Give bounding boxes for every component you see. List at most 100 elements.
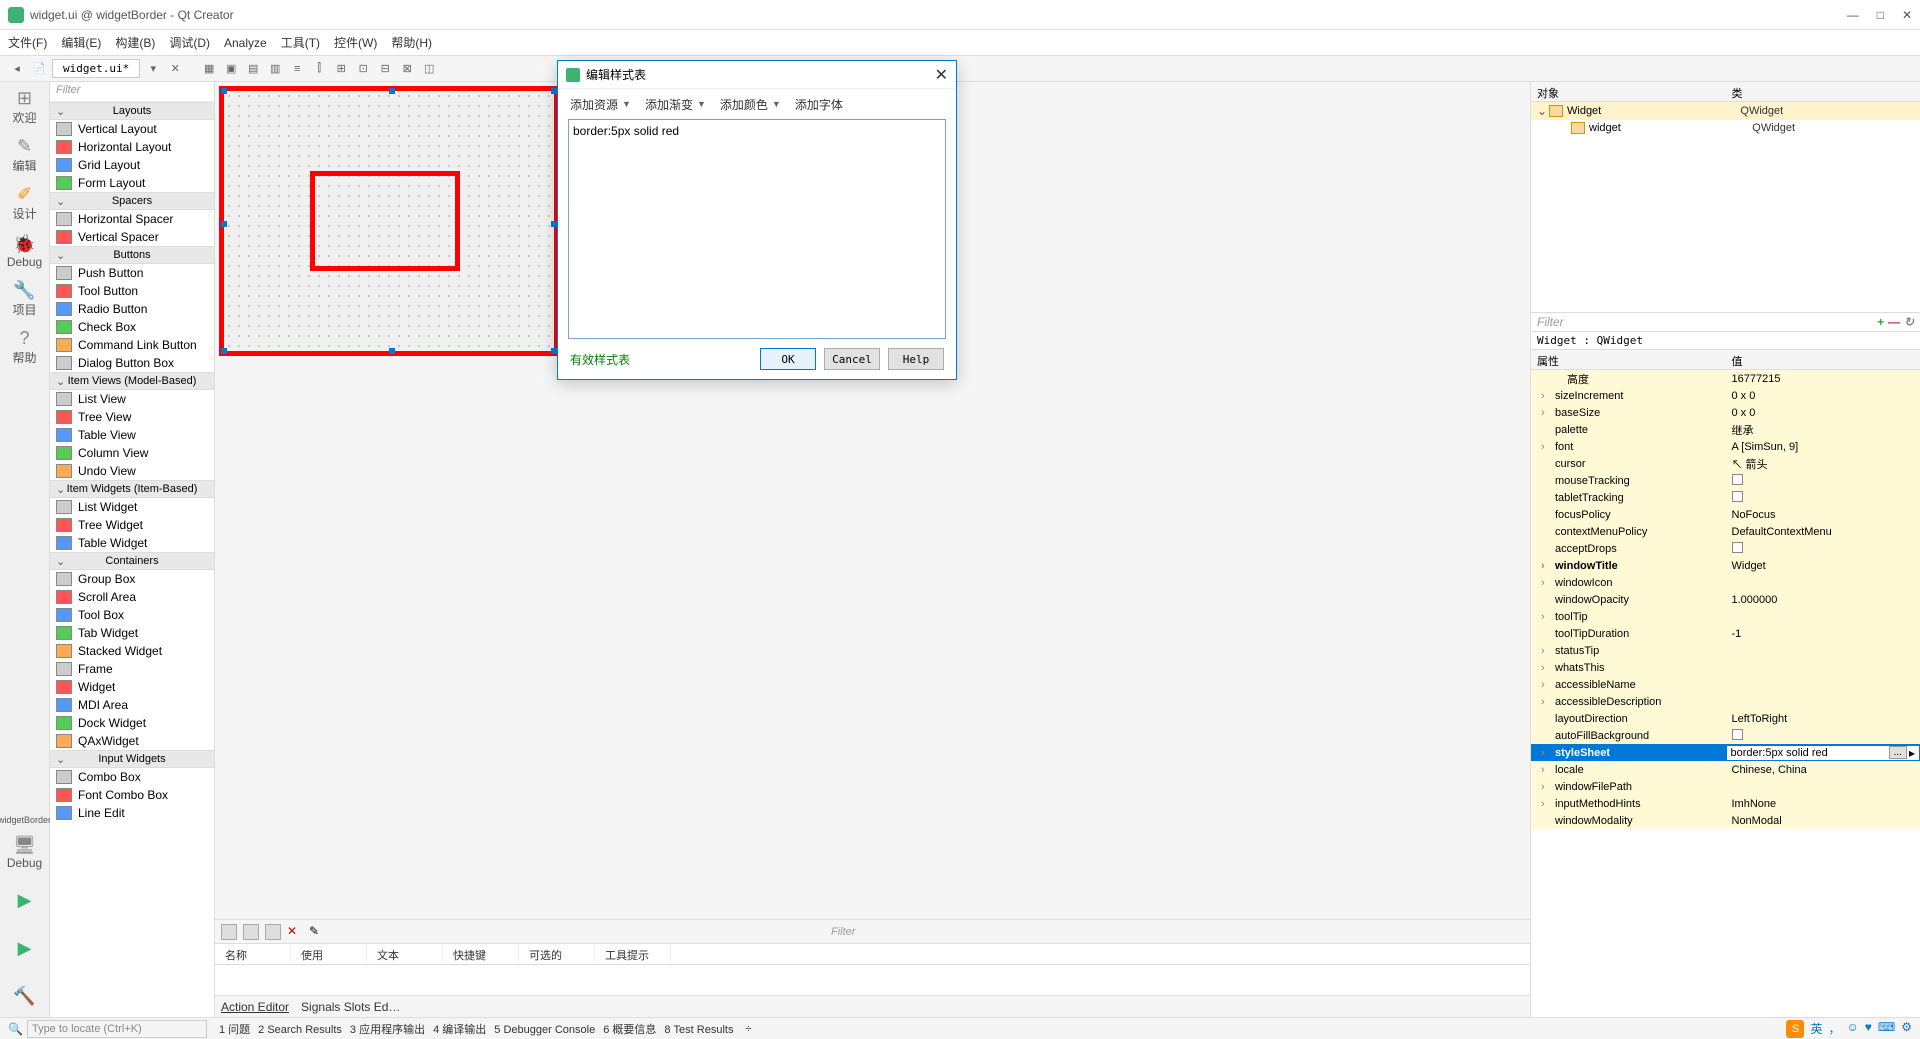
resize-handle[interactable] [389,348,395,354]
status-icon[interactable]: ⌨ [1878,1020,1895,1038]
column-header[interactable]: 可选的 [519,944,595,964]
widget-item[interactable]: Grid Layout [50,156,214,174]
menu-item[interactable]: 控件(W) [334,34,377,51]
widget-item[interactable]: Dock Widget [50,714,214,732]
tool-icon[interactable]: ⊟ [376,60,394,78]
widget-item[interactable]: List View [50,390,214,408]
widget-item[interactable]: Command Link Button [50,336,214,354]
property-row[interactable]: tabletTracking [1531,489,1920,506]
widget-item[interactable]: MDI Area [50,696,214,714]
action-filter[interactable]: Filter [331,926,1524,938]
widget-item[interactable]: Tool Box [50,606,214,624]
widget-item[interactable]: Font Combo Box [50,786,214,804]
tool-icon[interactable]: ▣ [222,60,240,78]
status-icon[interactable]: ♥ [1865,1020,1872,1038]
dialog-tool-item[interactable]: 添加颜色 [720,96,768,113]
property-row[interactable]: palette继承 [1531,421,1920,438]
dialog-tool-item[interactable]: 添加资源 [570,96,618,113]
column-header[interactable]: 工具提示 [595,944,671,964]
widget-item[interactable]: Vertical Spacer [50,228,214,246]
widget-item[interactable]: Horizontal Layout [50,138,214,156]
menu-item[interactable]: 工具(T) [281,34,320,51]
signals-slots-tab[interactable]: Signals Slots Ed… [301,1000,400,1014]
action-icon[interactable] [243,924,259,940]
locator-input[interactable]: Type to locate (Ctrl+K) [27,1020,207,1038]
column-header[interactable]: 名称 [215,944,291,964]
mode-Debug[interactable]: 🐞Debug [4,230,46,272]
kit-label[interactable]: widgetBorder [0,815,51,825]
category-header[interactable]: Input Widgets [50,750,214,768]
widget-item[interactable]: Vertical Layout [50,120,214,138]
menu-item[interactable]: 文件(F) [8,34,47,51]
tool-icon[interactable]: ≡ [288,60,306,78]
widget-item[interactable]: Combo Box [50,768,214,786]
dialog-close-icon[interactable]: ✕ [935,65,948,85]
category-header[interactable]: Item Widgets (Item-Based) [50,480,214,498]
property-filter[interactable]: Filter + — ↻ [1531,312,1920,332]
stylesheet-textarea[interactable]: border:5px solid red [568,119,946,339]
run-config[interactable]: 🖥Debug [4,831,46,873]
tool-icon[interactable]: ◫ [420,60,438,78]
category-header[interactable]: Item Views (Model-Based) [50,372,214,390]
output-pane-tab[interactable]: 8 Test Results [664,1024,733,1036]
action-editor-tab[interactable]: Action Editor [221,1000,289,1014]
new-action-icon[interactable] [221,924,237,940]
column-header[interactable]: 文本 [367,944,443,964]
widget-item[interactable]: Tool Button [50,282,214,300]
category-header[interactable]: Buttons [50,246,214,264]
property-row[interactable]: baseSize0 x 0 [1531,404,1920,421]
widget-item[interactable]: Radio Button [50,300,214,318]
object-row[interactable]: ⌄WidgetQWidget [1531,102,1920,120]
property-row[interactable]: statusTip [1531,642,1920,659]
mode-设计[interactable]: ✐设计 [4,182,46,224]
checkbox[interactable] [1732,491,1743,502]
help-button[interactable]: Help [888,348,944,370]
status-icon[interactable]: ☺ [1847,1020,1859,1038]
menu-item[interactable]: 调试(D) [169,34,210,51]
status-chevron[interactable]: ÷ [745,1023,751,1035]
mode-项目[interactable]: 🔧项目 [4,278,46,320]
property-row[interactable]: windowIcon [1531,574,1920,591]
property-row[interactable]: inputMethodHintsImhNone [1531,795,1920,812]
dropdown-icon[interactable]: ▼ [622,99,631,109]
widget-item[interactable]: QAxWidget [50,732,214,750]
resize-handle[interactable] [389,88,395,94]
tool-icon[interactable]: ⫿ [310,60,328,78]
property-row[interactable]: autoFillBackground [1531,727,1920,744]
tool-icon[interactable]: ⊠ [398,60,416,78]
dropdown-icon[interactable]: ▾ [144,60,162,78]
widgetbox-filter[interactable]: Filter [50,82,214,102]
tool-icon[interactable]: ⊞ [332,60,350,78]
menu-item[interactable]: 编辑(E) [61,34,101,51]
widget-item[interactable]: Undo View [50,462,214,480]
checkbox[interactable] [1732,729,1743,740]
column-header[interactable]: 使用 [291,944,367,964]
widget-item[interactable]: Push Button [50,264,214,282]
tool-icon[interactable]: ⊡ [354,60,372,78]
dropdown-icon[interactable]: ▼ [697,99,706,109]
widget-item[interactable]: Column View [50,444,214,462]
minimize-button[interactable]: — [1847,8,1859,22]
output-pane-tab[interactable]: 4 编译输出 [433,1024,486,1036]
mode-欢迎[interactable]: ⊞欢迎 [4,86,46,128]
property-row[interactable]: accessibleDescription [1531,693,1920,710]
delete-icon[interactable]: ✕ [287,924,303,940]
back-icon[interactable]: ◂ [8,60,26,78]
open-file-tab[interactable]: widget.ui* [52,59,140,78]
property-row[interactable]: windowFilePath [1531,778,1920,795]
property-row[interactable]: mouseTracking [1531,472,1920,489]
property-editor[interactable]: 高度16777215sizeIncrement0 x 0baseSize0 x … [1531,370,1920,1017]
widget-item[interactable]: Tree View [50,408,214,426]
property-row[interactable]: toolTip [1531,608,1920,625]
widget-item[interactable]: Frame [50,660,214,678]
child-widget[interactable] [310,171,460,271]
property-row[interactable]: cursor↖ 箭头 [1531,455,1920,472]
ime-icon[interactable]: S [1786,1020,1804,1038]
property-row[interactable]: windowTitleWidget [1531,557,1920,574]
property-row[interactable]: styleSheetborder:5px solid red...▸ [1531,744,1920,761]
widget-item[interactable]: List Widget [50,498,214,516]
dialog-tool-item[interactable]: 添加字体 [795,96,843,113]
widget-item[interactable]: Tab Widget [50,624,214,642]
widget-item[interactable]: Stacked Widget [50,642,214,660]
output-pane-tab[interactable]: 2 Search Results [258,1024,342,1036]
